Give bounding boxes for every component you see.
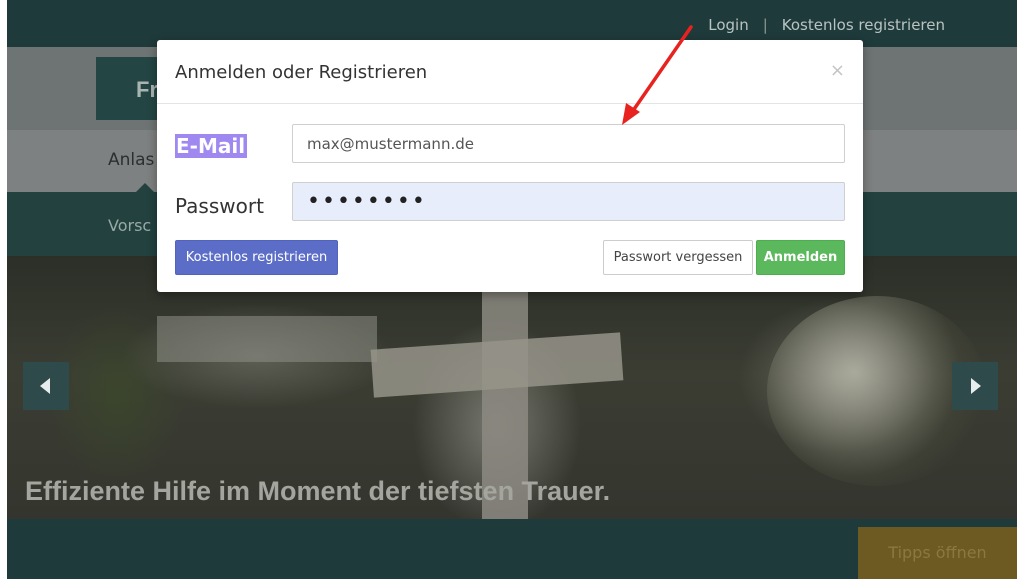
modal-title: Anmelden oder Registrieren (175, 62, 428, 83)
hero-image-grave-slab (157, 316, 377, 362)
footer-bar: Tipps öffnen (7, 519, 1017, 579)
subnav-item[interactable]: Vorsc (108, 216, 151, 235)
modal-header: Anmelden oder Registrieren × (157, 40, 863, 104)
password-label: Passwort (175, 194, 264, 218)
login-modal: Anmelden oder Registrieren × E-Mail Pass… (157, 40, 863, 292)
hero-image-cross-beam (370, 332, 624, 398)
tipps-button[interactable]: Tipps öffnen (858, 527, 1017, 579)
password-field[interactable] (292, 182, 845, 221)
email-field[interactable] (292, 124, 845, 163)
register-link[interactable]: Kostenlos registrieren (782, 16, 945, 34)
top-links-separator: | (762, 16, 768, 34)
hero-caption: Effiziente Hilfe im Moment der tiefsten … (25, 476, 611, 506)
red-arrow-icon (622, 25, 693, 125)
slider-prev-button[interactable] (23, 362, 69, 410)
login-button[interactable]: Anmelden (756, 240, 845, 275)
triangle-left-icon (40, 378, 50, 394)
slider-next-button[interactable] (952, 362, 998, 410)
close-icon[interactable]: × (830, 60, 845, 81)
logo-text: Fr (136, 77, 158, 102)
red-arrow-shaft (628, 25, 693, 117)
tab-active[interactable]: Anlas (108, 150, 154, 170)
login-link[interactable]: Login (708, 16, 748, 34)
tab-caret-icon (136, 183, 154, 192)
register-button[interactable]: Kostenlos registrieren (175, 240, 338, 275)
top-links: Login | Kostenlos registrieren (708, 16, 945, 34)
email-label: E-Mail (175, 134, 248, 158)
triangle-right-icon (971, 378, 981, 394)
hero-slider: Effiziente Hilfe im Moment der tiefsten … (7, 256, 1017, 519)
forgot-password-button[interactable]: Passwort vergessen (603, 240, 753, 275)
